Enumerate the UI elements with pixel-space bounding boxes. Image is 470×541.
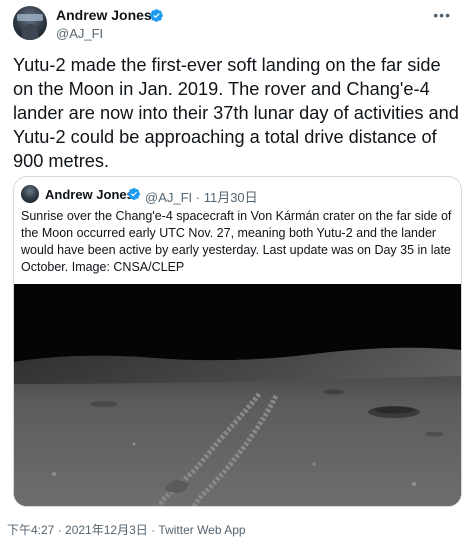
avatar-detail	[17, 14, 43, 21]
tweet-timestamp[interactable]: 下午4:27 · 2021年12月3日 · Twitter Web App	[7, 521, 246, 538]
avatar-detail	[22, 24, 38, 40]
tweet-text: Yutu-2 made the first-ever soft landing …	[13, 55, 459, 171]
verified-badge-icon	[150, 9, 163, 22]
author-name[interactable]: Andrew Jones	[56, 7, 152, 23]
quoted-author-name: Andrew Jones	[45, 187, 134, 202]
quoted-avatar	[21, 185, 39, 203]
avatar[interactable]	[13, 6, 47, 40]
author-handle[interactable]: @AJ_FI	[56, 26, 103, 41]
lunar-surface-photo-art	[14, 284, 461, 506]
lunar-surface-photo[interactable]	[14, 284, 461, 506]
quoted-tweet-text: Sunrise over the Chang'e-4 spacecraft in…	[21, 209, 452, 274]
quoted-tweet-header: Andrew Jones @AJ_FI · 11月30日	[21, 185, 451, 205]
quoted-handle-date: @AJ_FI · 11月30日	[145, 190, 258, 205]
more-horizontal-icon[interactable]: •••	[433, 8, 451, 22]
tweet: Andrew Jones @AJ_FI ••• Yutu-2 made the …	[0, 0, 470, 541]
verified-badge-icon	[128, 188, 140, 200]
tweet-header: Andrew Jones @AJ_FI •••	[13, 6, 457, 41]
quoted-tweet[interactable]: Andrew Jones @AJ_FI · 11月30日 Sunrise ove…	[13, 176, 462, 507]
